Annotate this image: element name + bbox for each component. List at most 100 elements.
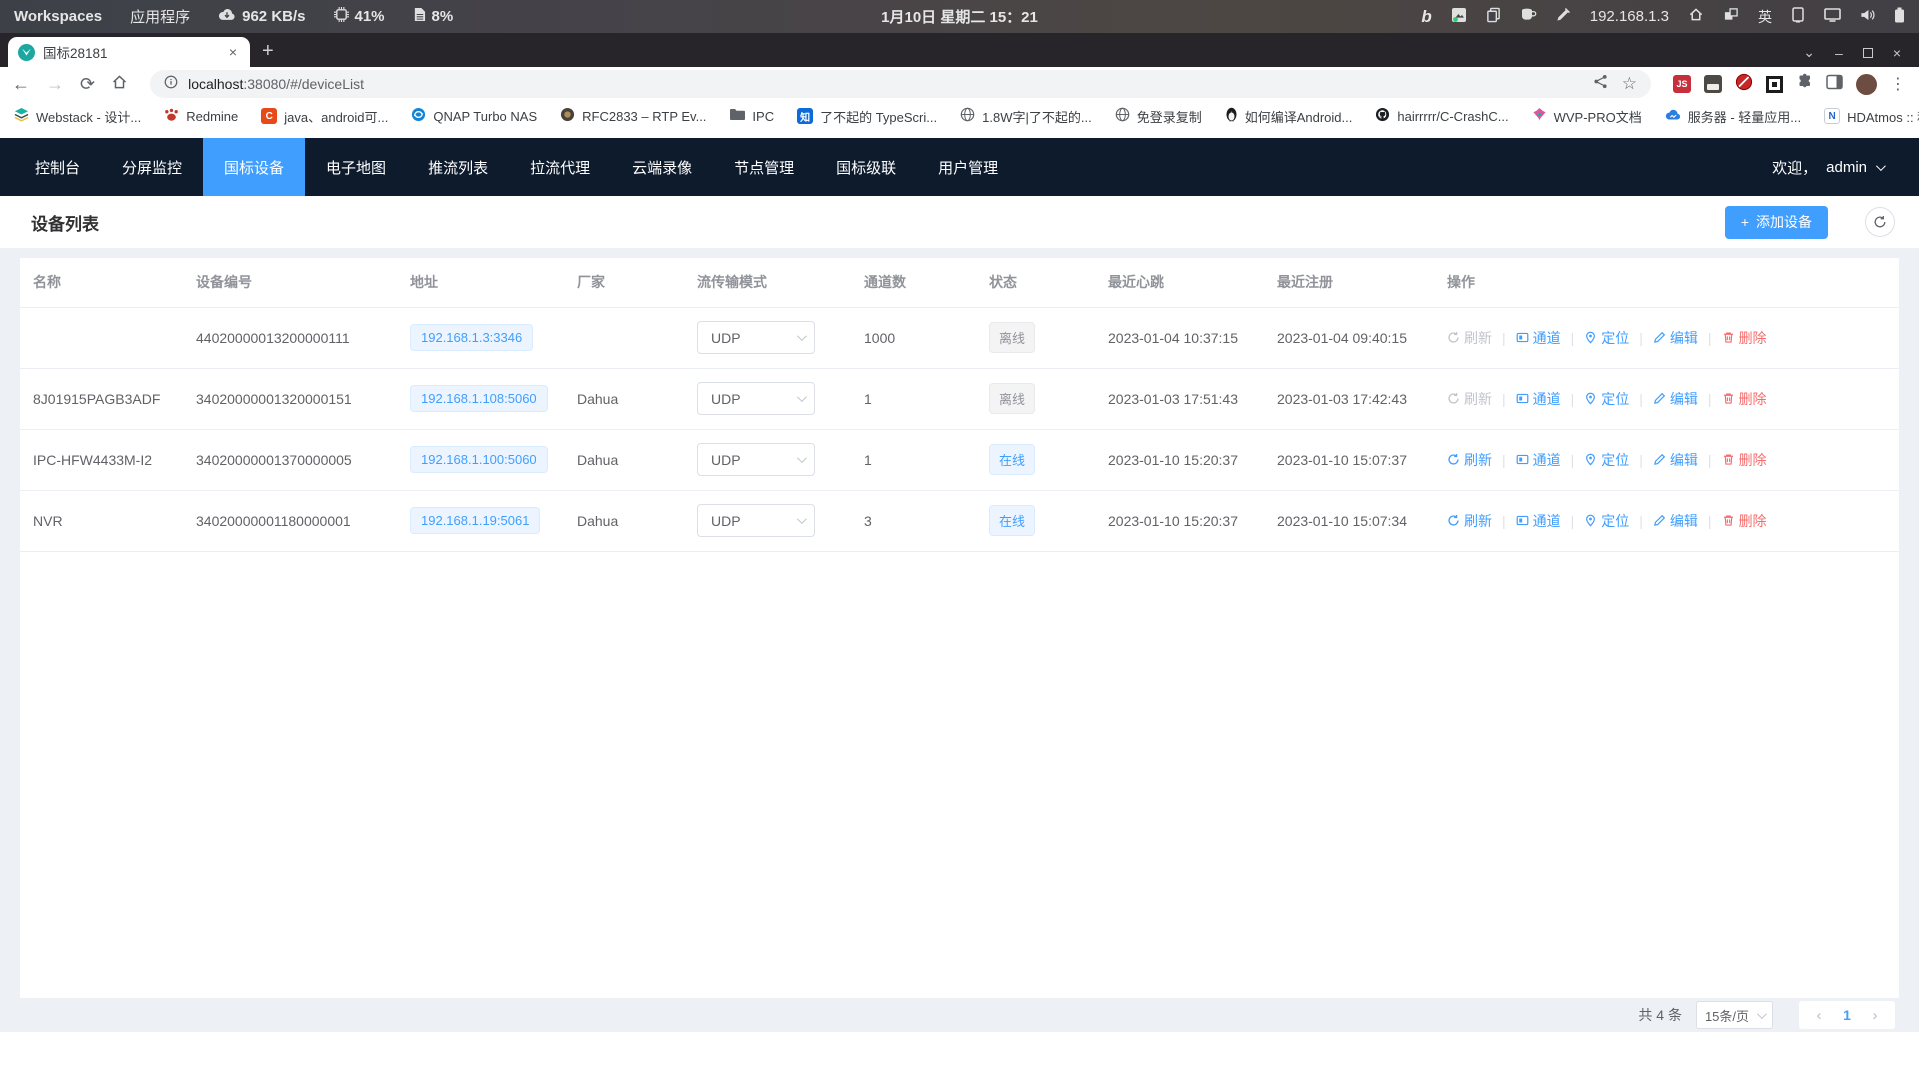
address-tag[interactable]: 192.168.1.19:5061 — [410, 507, 540, 534]
refresh-list-button[interactable] — [1865, 207, 1895, 237]
next-page-button[interactable]: › — [1861, 1007, 1889, 1024]
color-picker-tray-icon[interactable] — [1556, 7, 1571, 26]
nav-item-cloud-record[interactable]: 云端录像 — [611, 138, 713, 196]
browser-profile-avatar[interactable] — [1856, 74, 1877, 95]
url-text[interactable]: localhost:38080/#/deviceList — [188, 76, 1583, 92]
proxy-extension-icon[interactable] — [1704, 75, 1722, 93]
address-bar[interactable]: localhost:38080/#/deviceList ☆ — [150, 70, 1651, 98]
display-tray-icon[interactable] — [1824, 8, 1841, 26]
action-channel[interactable]: 通道 — [1516, 450, 1561, 470]
bookmark-github[interactable]: hairrrrr/C-CrashC... — [1375, 107, 1508, 125]
adblock-extension-icon[interactable] — [1735, 73, 1753, 96]
nav-item-user-manage[interactable]: 用户管理 — [917, 138, 1019, 196]
browser-menu-icon[interactable]: ⋮ — [1890, 74, 1907, 94]
page-size-select[interactable]: 15条/页 — [1696, 1001, 1773, 1029]
action-delete[interactable]: 删除 — [1722, 389, 1767, 409]
action-edit[interactable]: 编辑 — [1653, 511, 1698, 531]
window-maximize-button[interactable] — [1863, 48, 1873, 58]
bookmark-redmine[interactable]: Redmine — [164, 108, 238, 125]
current-page-button[interactable]: 1 — [1833, 1007, 1861, 1023]
action-edit[interactable]: 编辑 — [1653, 450, 1698, 470]
bookmark-csdn[interactable]: C java、android可... — [261, 107, 388, 126]
stream-mode-select[interactable]: UDP — [697, 504, 815, 537]
forward-button[interactable]: → — [46, 75, 64, 93]
stream-mode-select[interactable]: UDP — [697, 443, 815, 476]
reload-button[interactable]: ⟳ — [80, 75, 95, 93]
battery-tray-icon[interactable] — [1894, 7, 1905, 27]
bookmark-star-icon[interactable]: ☆ — [1622, 74, 1637, 94]
action-channel[interactable]: 通道 — [1516, 328, 1561, 348]
js-extension-icon[interactable]: JS — [1673, 75, 1691, 93]
tab-close-icon[interactable]: × — [226, 44, 240, 60]
windows-tray-icon[interactable] — [1723, 7, 1739, 26]
address-tag[interactable]: 192.168.1.100:5060 — [410, 446, 548, 473]
window-close-button[interactable]: × — [1893, 45, 1901, 61]
action-delete[interactable]: 删除 — [1722, 511, 1767, 531]
user-menu[interactable]: 欢迎，admin — [1772, 157, 1919, 178]
bookmark-qnap[interactable]: QNAP Turbo NAS — [411, 107, 537, 125]
bookmark-webstack[interactable]: Webstack - 设计... — [14, 107, 141, 126]
ip-address-indicator[interactable]: 192.168.1.3 — [1590, 8, 1669, 25]
home-tray-icon[interactable] — [1688, 7, 1704, 26]
window-minimize-button[interactable]: – — [1835, 45, 1843, 61]
bookmark-zhihu-typescript[interactable]: 知 了不起的 TypeScri... — [797, 107, 937, 126]
action-refresh[interactable]: 刷新 — [1447, 450, 1492, 470]
address-tag[interactable]: 192.168.1.3:3346 — [410, 324, 533, 351]
bing-tray-icon[interactable]: b — [1421, 7, 1431, 27]
bookmark-android-build[interactable]: 如何编译Android... — [1225, 107, 1353, 126]
browser-tab-active[interactable]: 国标28181 × — [8, 37, 250, 67]
memory-usage-indicator[interactable]: 8% — [413, 7, 454, 26]
extensions-puzzle-icon[interactable] — [1796, 73, 1813, 95]
clipboard-tray-icon[interactable] — [1486, 7, 1501, 27]
bookmark-hdatmos[interactable]: N HDAtmos :: 种子 *... — [1824, 107, 1919, 126]
nav-item-gb-devices[interactable]: 国标设备 — [203, 138, 305, 196]
home-button[interactable] — [111, 74, 128, 95]
address-tag[interactable]: 192.168.1.108:5060 — [410, 385, 548, 412]
action-locate[interactable]: 定位 — [1584, 511, 1629, 531]
nav-item-pull-proxy[interactable]: 拉流代理 — [509, 138, 611, 196]
stream-mode-select[interactable]: UDP — [697, 321, 815, 354]
new-tab-button[interactable]: + — [250, 40, 286, 67]
clock[interactable]: 1月10日 星期二 15：21 — [881, 6, 1038, 27]
add-device-button[interactable]: + 添加设备 — [1725, 206, 1828, 239]
action-locate[interactable]: 定位 — [1584, 450, 1629, 470]
action-edit[interactable]: 编辑 — [1653, 328, 1698, 348]
action-channel[interactable]: 通道 — [1516, 511, 1561, 531]
nav-item-emap[interactable]: 电子地图 — [305, 138, 407, 196]
side-panel-icon[interactable] — [1826, 74, 1843, 95]
volume-tray-icon[interactable] — [1860, 8, 1875, 26]
action-refresh[interactable]: 刷新 — [1447, 511, 1492, 531]
action-delete[interactable]: 删除 — [1722, 328, 1767, 348]
input-method-indicator[interactable]: 英 — [1758, 7, 1772, 27]
bookmark-rfc2833[interactable]: RFC2833 – RTP Ev... — [560, 107, 706, 125]
prev-page-button[interactable]: ‹ — [1805, 1007, 1833, 1024]
bookmark-copy-tool[interactable]: 免登录复制 — [1115, 107, 1202, 126]
action-edit[interactable]: 编辑 — [1653, 389, 1698, 409]
bookmark-wvp-docs[interactable]: WVP-PRO文档 — [1532, 107, 1642, 126]
coffee-tray-icon[interactable] — [1520, 7, 1537, 26]
bookmark-article[interactable]: 1.8W字|了不起的... — [960, 107, 1092, 126]
action-refresh[interactable]: 刷新 — [1447, 389, 1492, 409]
back-button[interactable]: ← — [12, 75, 30, 93]
action-channel[interactable]: 通道 — [1516, 389, 1561, 409]
screen-capture-extension-icon[interactable] — [1766, 76, 1783, 93]
applications-menu[interactable]: 应用程序 — [130, 6, 190, 27]
share-icon[interactable] — [1593, 74, 1608, 94]
tab-search-icon[interactable]: ⌄ — [1803, 44, 1815, 61]
action-refresh[interactable]: 刷新 — [1447, 328, 1492, 348]
network-speed-indicator[interactable]: 962 KB/s — [218, 8, 305, 25]
nav-item-push-list[interactable]: 推流列表 — [407, 138, 509, 196]
bookmark-cloud-server[interactable]: 服务器 - 轻量应用... — [1665, 107, 1801, 126]
nav-item-node-manage[interactable]: 节点管理 — [713, 138, 815, 196]
action-delete[interactable]: 删除 — [1722, 450, 1767, 470]
nav-item-split-monitor[interactable]: 分屏监控 — [101, 138, 203, 196]
action-locate[interactable]: 定位 — [1584, 389, 1629, 409]
cpu-usage-indicator[interactable]: 41% — [334, 7, 385, 26]
nav-item-gb-cascade[interactable]: 国标级联 — [815, 138, 917, 196]
workspaces-button[interactable]: Workspaces — [14, 8, 102, 25]
site-info-icon[interactable] — [164, 75, 178, 94]
stream-mode-select[interactable]: UDP — [697, 382, 815, 415]
nav-item-console[interactable]: 控制台 — [14, 138, 101, 196]
phone-rotate-tray-icon[interactable] — [1791, 7, 1805, 27]
bookmark-folder-ipc[interactable]: IPC — [729, 108, 774, 124]
